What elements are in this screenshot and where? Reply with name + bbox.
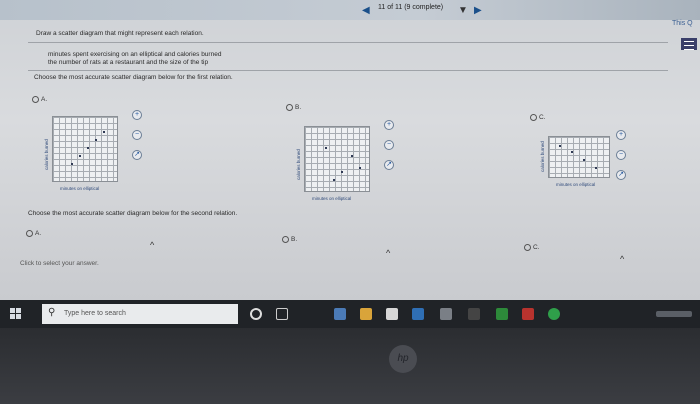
divider [28, 42, 668, 43]
x-axis-label: minutes on elliptical [556, 182, 596, 187]
scatter-plot-c [548, 136, 610, 178]
option-a-second[interactable]: A. [26, 230, 41, 237]
menu-icon[interactable] [681, 38, 697, 50]
option-b-second[interactable]: B. [282, 236, 297, 243]
zoom-in-icon[interactable]: + [616, 130, 626, 140]
instruction-second: Choose the most accurate scatter diagram… [28, 210, 238, 217]
laptop-bezel [0, 328, 700, 404]
divider [28, 70, 668, 71]
zoom-out-icon[interactable]: − [132, 130, 142, 140]
radio-icon[interactable] [32, 96, 39, 103]
popout-icon[interactable]: ↗ [384, 160, 394, 170]
app-icon[interactable] [334, 308, 346, 320]
y-axis-label: calories burned [296, 149, 301, 180]
radio-icon[interactable] [530, 114, 537, 121]
dropbox-icon[interactable] [440, 308, 452, 320]
photo-of-laptop-screen: ◀ 11 of 11 (9 complete) ▼ ▶ This Q Draw … [0, 0, 700, 404]
option-a-first[interactable]: A. [32, 96, 47, 103]
popout-icon[interactable]: ↗ [132, 150, 142, 160]
windows-taskbar: ⚲ Type here to search [0, 300, 700, 328]
question-nav-bar: ◀ 11 of 11 (9 complete) ▼ ▶ [0, 0, 700, 20]
caret-icon: ^ [386, 248, 391, 258]
taskbar-search-box[interactable]: ⚲ Type here to search [42, 304, 238, 324]
cortana-icon[interactable] [250, 308, 262, 320]
radio-icon[interactable] [524, 244, 531, 251]
file-explorer-icon[interactable] [360, 308, 372, 320]
option-c-second[interactable]: C. [524, 244, 540, 251]
zoom-in-icon[interactable]: + [384, 120, 394, 130]
next-question-icon[interactable]: ▶ [474, 5, 482, 16]
scatter-plot-a [52, 116, 118, 182]
hp-logo: hp [389, 345, 417, 373]
zoom-out-icon[interactable]: − [384, 140, 394, 150]
caret-icon: ^ [150, 240, 155, 250]
relation-1: minutes spent exercising on an elliptica… [48, 51, 222, 58]
search-placeholder: Type here to search [64, 310, 126, 317]
browser-viewport: ◀ 11 of 11 (9 complete) ▼ ▶ This Q Draw … [0, 0, 700, 300]
zoom-out-icon[interactable]: − [616, 150, 626, 160]
radio-icon[interactable] [282, 236, 289, 243]
chrome-icon[interactable] [548, 308, 560, 320]
app-icon[interactable] [522, 308, 534, 320]
windows-start-icon[interactable] [10, 308, 22, 320]
progress-text: 11 of 11 (9 complete) [378, 4, 444, 11]
y-axis-label: calories burned [44, 139, 49, 170]
relation-2: the number of rats at a restaurant and t… [48, 59, 209, 66]
progress-dropdown-icon[interactable]: ▼ [458, 5, 468, 16]
option-b-first[interactable]: B. [286, 104, 301, 111]
option-c-first[interactable]: C. [530, 114, 546, 121]
mail-icon[interactable] [386, 308, 398, 320]
prev-question-icon[interactable]: ◀ [362, 5, 370, 16]
app-icon[interactable] [468, 308, 480, 320]
zoom-in-icon[interactable]: + [132, 110, 142, 120]
search-icon: ⚲ [48, 307, 56, 318]
instruction-first: Choose the most accurate scatter diagram… [34, 74, 233, 81]
y-axis-label: calories burned [540, 141, 545, 172]
question-prompt: Draw a scatter diagram that might repres… [36, 30, 204, 37]
caret-icon: ^ [620, 254, 625, 264]
x-axis-label: minutes on elliptical [312, 196, 352, 201]
task-view-icon[interactable] [276, 308, 288, 320]
this-question-label[interactable]: This Q [672, 20, 693, 27]
scatter-plot-b [304, 126, 370, 192]
x-axis-label: minutes on elliptical [60, 186, 100, 191]
app-icon[interactable] [412, 308, 424, 320]
hint-text: Click to select your answer. [20, 260, 99, 267]
radio-icon[interactable] [26, 230, 33, 237]
system-tray[interactable] [656, 311, 692, 317]
popout-icon[interactable]: ↗ [616, 170, 626, 180]
radio-icon[interactable] [286, 104, 293, 111]
app-icon[interactable] [496, 308, 508, 320]
